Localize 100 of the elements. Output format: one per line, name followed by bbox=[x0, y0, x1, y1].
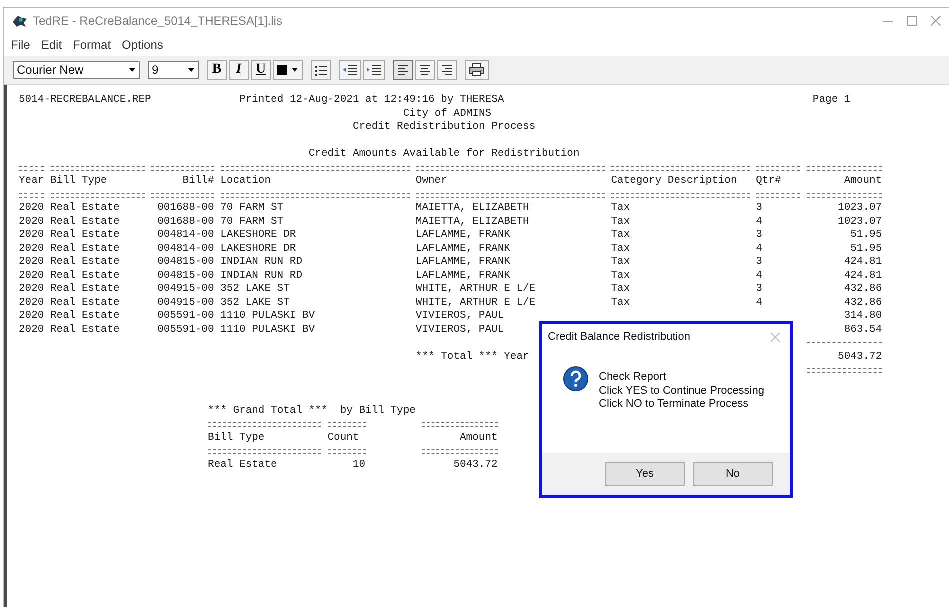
outdent-button[interactable] bbox=[339, 60, 361, 80]
menu-item[interactable]: File bbox=[11, 38, 30, 52]
table-cell: 432.86 bbox=[844, 296, 882, 310]
table-cell: 51.95 bbox=[850, 242, 882, 256]
table-cell: LAFLAMME, FRANK bbox=[416, 229, 510, 242]
table-cell: 10 bbox=[352, 458, 366, 472]
table-cell: 005591-00 bbox=[158, 310, 214, 324]
menu-item[interactable]: Format bbox=[73, 38, 112, 52]
table-cell: VIVIEROS, PAUL bbox=[416, 324, 504, 337]
align-left-button[interactable] bbox=[393, 60, 413, 80]
column-header: Bill# bbox=[182, 175, 214, 188]
table-cell: LAKESHORE DR bbox=[220, 229, 296, 242]
table-cell: 004814-00 bbox=[158, 229, 214, 242]
bullet-list-button[interactable] bbox=[311, 60, 331, 80]
font-dropdown[interactable]: Courier New bbox=[13, 61, 140, 79]
table-cell: 2020 bbox=[19, 324, 44, 337]
table-cell: MAIETTA, ELIZABETH bbox=[416, 202, 530, 216]
text-color-button[interactable] bbox=[273, 60, 303, 80]
table-cell: 70 FARM ST bbox=[220, 202, 284, 216]
align-center-button[interactable] bbox=[415, 60, 435, 80]
menu-item[interactable]: Edit bbox=[41, 38, 62, 52]
table-cell: 424.81 bbox=[844, 270, 882, 283]
report-title: Credit Redistribution Process bbox=[352, 121, 536, 133]
table-cell: 2020 bbox=[19, 216, 44, 229]
indent-icon bbox=[367, 64, 381, 76]
printed-info: Printed 12-Aug-2021 at 12:49:16 by THERESA bbox=[240, 94, 506, 108]
table-cell: 004814-00 bbox=[158, 242, 214, 256]
column-header: Bill Type bbox=[50, 175, 108, 188]
app-icon bbox=[12, 14, 28, 28]
table-cell: 4 bbox=[756, 242, 762, 256]
table-cell: 004815-00 bbox=[158, 270, 214, 283]
report-filename: 5014-RECREBALANCE.REP bbox=[19, 94, 152, 108]
table-cell: VIVIEROS, PAUL bbox=[416, 310, 504, 324]
table-cell: 2020 bbox=[19, 283, 44, 296]
outdent-icon bbox=[343, 64, 357, 76]
total-amount: 5043.72 bbox=[838, 350, 882, 364]
table-cell: 001688-00 bbox=[158, 202, 214, 216]
table-cell: Tax bbox=[611, 242, 630, 256]
table-cell: 1023.07 bbox=[838, 216, 882, 229]
menu-item[interactable]: Options bbox=[122, 38, 164, 52]
table-cell: MAIETTA, ELIZABETH bbox=[416, 216, 530, 229]
table-cell: 004815-00 bbox=[158, 256, 214, 270]
table-cell: 001688-00 bbox=[158, 216, 214, 229]
table-cell: 5043.72 bbox=[454, 458, 498, 472]
font-size-dropdown[interactable]: 9 bbox=[148, 61, 199, 79]
table-cell: 2020 bbox=[19, 229, 44, 242]
table-cell: 352 LAKE ST bbox=[220, 283, 290, 296]
table-cell: 3 bbox=[756, 202, 762, 216]
table-cell: 424.81 bbox=[844, 256, 882, 270]
print-button[interactable] bbox=[465, 60, 489, 80]
underline-button[interactable]: U bbox=[251, 60, 271, 80]
table-cell: 2020 bbox=[19, 202, 44, 216]
table-cell: 2020 bbox=[19, 270, 44, 283]
align-right-icon bbox=[441, 64, 453, 76]
table-cell: LAFLAMME, FRANK bbox=[416, 242, 510, 256]
dialog-title: Credit Balance Redistribution bbox=[548, 331, 690, 343]
column-header: Amount bbox=[844, 175, 882, 188]
column-header: Category Description bbox=[611, 175, 738, 188]
table-cell: 863.54 bbox=[844, 324, 882, 337]
table-cell: Real Estate bbox=[50, 216, 120, 229]
table-cell: 3 bbox=[756, 256, 762, 270]
table-cell: 2020 bbox=[19, 242, 44, 256]
italic-button[interactable]: I bbox=[229, 60, 249, 80]
yes-button[interactable]: Yes bbox=[605, 462, 685, 486]
table-cell: Real Estate bbox=[50, 310, 120, 324]
table-cell: Real Estate bbox=[208, 458, 278, 472]
align-right-button[interactable] bbox=[437, 60, 457, 80]
table-cell: 005591-00 bbox=[158, 324, 214, 337]
table-cell: 314.80 bbox=[844, 310, 882, 324]
question-icon bbox=[563, 366, 589, 392]
table-cell: 2020 bbox=[19, 310, 44, 324]
total-label: *** Total *** Year bbox=[416, 350, 530, 364]
table-cell: Tax bbox=[611, 216, 630, 229]
table-cell: WHITE, ARTHUR E L/E bbox=[416, 283, 536, 296]
table-cell: WHITE, ARTHUR E L/E bbox=[416, 296, 536, 310]
table-cell: INDIAN RUN RD bbox=[220, 256, 303, 270]
no-button[interactable]: No bbox=[693, 462, 773, 486]
printer-icon bbox=[469, 63, 485, 77]
table-cell: 1023.07 bbox=[838, 202, 882, 216]
align-center-icon bbox=[419, 64, 431, 76]
dialog-message: Click NO to Terminate Process bbox=[599, 398, 750, 412]
table-cell: 004915-00 bbox=[158, 296, 214, 310]
table-cell: Tax bbox=[611, 283, 630, 296]
page-number: Page 1 bbox=[812, 94, 852, 108]
column-header: Year bbox=[19, 175, 44, 188]
table-cell: Tax bbox=[611, 202, 630, 216]
table-cell: Real Estate bbox=[50, 256, 120, 270]
close-icon[interactable] bbox=[931, 16, 941, 26]
grand-total-title: *** Grand Total *** by Bill Type bbox=[208, 404, 416, 416]
table-cell: 2020 bbox=[19, 256, 44, 270]
table-cell: 3 bbox=[756, 229, 762, 242]
table-cell: INDIAN RUN RD bbox=[220, 270, 303, 283]
table-cell: Tax bbox=[611, 256, 630, 270]
table-cell: Real Estate bbox=[50, 283, 120, 296]
indent-button[interactable] bbox=[363, 60, 385, 80]
bold-button[interactable]: B bbox=[207, 60, 227, 80]
table-cell: Tax bbox=[611, 296, 630, 310]
maximize-icon[interactable] bbox=[907, 16, 917, 26]
column-header: Qtr# bbox=[756, 175, 782, 188]
table-cell: 3 bbox=[756, 283, 762, 296]
